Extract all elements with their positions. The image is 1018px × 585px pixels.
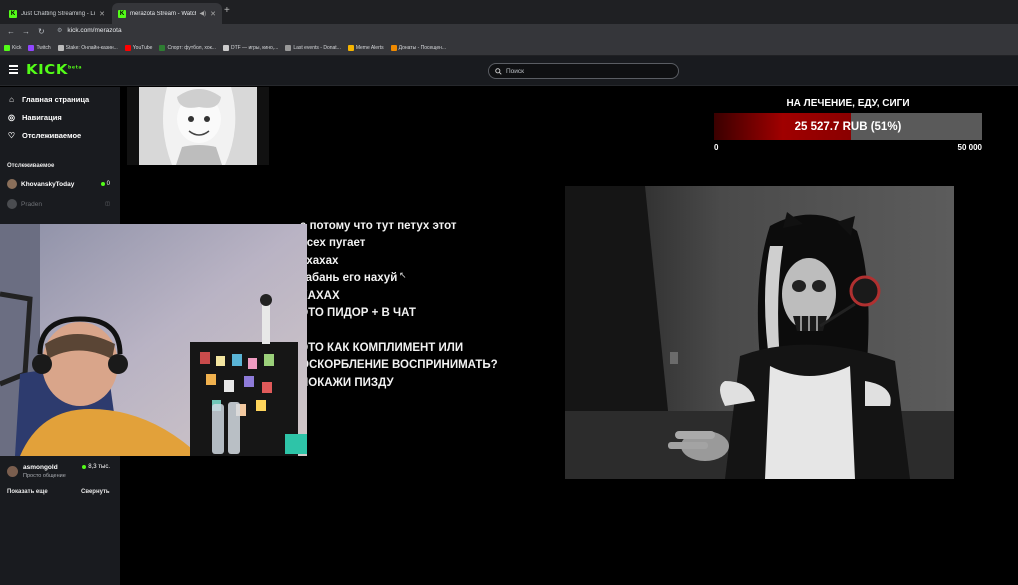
channel-category: Просто общение: [23, 473, 66, 479]
tts-message-line: всех пугает: [300, 237, 366, 250]
bookmark-favicon-icon: [347, 45, 354, 51]
close-tab-icon[interactable]: ✕: [99, 10, 105, 18]
bookmark-favicon-icon: [4, 45, 10, 51]
mouse-cursor-icon: ↖: [399, 270, 407, 280]
bookmark-label: Stake: Онлайн-казин...: [65, 45, 118, 51]
goal-title: НА ЛЕЧЕНИЕ, ЕДУ, СИГИ: [786, 98, 910, 109]
kick-favicon-icon: K: [9, 9, 17, 18]
browser-tab-just-chatting[interactable]: K Just Chatting Streaming - Live ✕: [3, 3, 111, 24]
tts-message-line: ЭТО КАК КОМПЛИМЕНТ ИЛИ: [300, 341, 464, 354]
tab-title: merazota Stream - Watch Li: [130, 10, 196, 17]
offline-icon: ◫: [105, 201, 110, 207]
channel-name: asmongold: [23, 464, 58, 471]
channel-item[interactable]: Praden ◫: [7, 198, 110, 210]
tts-message-line: ЭТО ПИДОР + В ЧАТ: [300, 307, 416, 320]
speaker-icon[interactable]: ◀): [200, 10, 207, 17]
bookmark-favicon-icon: [28, 45, 35, 51]
bookmark-item[interactable]: Meme Alerts: [347, 45, 384, 51]
channel-item[interactable]: KhovanskyToday 0: [7, 178, 110, 190]
live-dot-icon: [82, 465, 87, 469]
address-bar: ← → ↻ ⚙ kick.com/merazota: [0, 24, 1018, 41]
bookmark-item[interactable]: Stake: Онлайн-казин...: [57, 45, 118, 51]
goal-max: 50 000: [957, 143, 982, 152]
bookmark-item[interactable]: YouTube: [124, 45, 153, 51]
site-info-icon[interactable]: ⚙: [57, 27, 62, 34]
bookmark-label: Спорт: футбол, хок...: [167, 45, 216, 51]
tts-message-line: ОСКОРБЛЕНИЕ ВОСПРИНИМАТЬ?: [300, 359, 498, 372]
url-field[interactable]: ⚙ kick.com/merazota: [57, 27, 122, 34]
bookmark-item[interactable]: Спорт: футбол, хок...: [159, 45, 216, 51]
browser-tab-merazota[interactable]: K merazota Stream - Watch Li ◀) ✕: [112, 3, 222, 24]
back-icon[interactable]: ←: [7, 27, 15, 36]
goal-amount: 25 527.7 RUB (51%): [794, 120, 902, 133]
following-heading: Отслеживаемое: [7, 163, 55, 169]
viewer-count: 8,3 тыс.: [82, 464, 110, 470]
tts-messages: а потому что тут петух этот всех пугает ах…: [300, 218, 498, 392]
reload-icon[interactable]: ↻: [38, 27, 45, 36]
kick-header: KICKbeta Поиск: [0, 56, 1018, 86]
sidebar-item-following[interactable]: ♡ Отслеживаемое: [7, 131, 81, 140]
viewer-count: 0: [100, 181, 110, 187]
tts-message-line: ХАХАХ: [300, 289, 340, 302]
tts-message-line: ахахах: [300, 254, 339, 267]
heart-icon: ♡: [7, 131, 16, 140]
close-tab-icon[interactable]: ✕: [210, 10, 216, 18]
url-text: kick.com/merazota: [67, 27, 122, 34]
channel-item-asmongold[interactable]: asmongold Просто общение 8,3 тыс.: [7, 463, 110, 481]
bookmark-item[interactable]: Twitch: [28, 45, 51, 51]
sidebar-item-label: Отслеживаемое: [22, 131, 82, 140]
bookmark-item[interactable]: DTF — игры, кино,...: [222, 45, 279, 51]
bookmark-item[interactable]: Донаты - Посещен...: [390, 45, 447, 51]
kick-logo[interactable]: KICKbeta: [26, 63, 82, 78]
bookmark-favicon-icon: [390, 45, 397, 51]
show-more-button[interactable]: Показать еще: [7, 489, 48, 495]
bookmark-label: Донаты - Посещен...: [398, 45, 447, 51]
tts-message-line: [300, 322, 498, 339]
bookmark-favicon-icon: [124, 45, 131, 51]
compass-icon: ◎: [8, 113, 15, 122]
bookmark-label: Twitch: [36, 45, 51, 51]
browser-tab-bar: K Just Chatting Streaming - Live ✕ K mer…: [0, 0, 1018, 24]
tts-message-line: ПОКАЖИ ПИЗДУ: [300, 376, 394, 389]
bookmark-label: Kick: [12, 45, 22, 51]
bookmark-label: YouTube: [132, 45, 153, 51]
search-input[interactable]: Поиск: [488, 63, 679, 79]
bookmark-favicon-icon: [57, 45, 64, 51]
avatar: [7, 179, 17, 189]
new-tab-button[interactable]: +: [224, 5, 230, 16]
goal-min: 0: [714, 143, 719, 152]
kick-favicon-icon: K: [118, 9, 126, 18]
bookmark-item[interactable]: Last events - Donat...: [285, 45, 341, 51]
anime-art-image: [127, 87, 269, 165]
search-icon: [495, 67, 502, 75]
sidebar-item-browse[interactable]: ◎ Навигация: [7, 113, 62, 122]
bookmark-item[interactable]: Kick: [4, 45, 21, 51]
menu-icon[interactable]: [9, 65, 18, 74]
streamer-webcam: [565, 186, 954, 479]
bookmarks-bar: Kick Twitch Stake: Онлайн-казин... YouTube С…: [0, 41, 1018, 56]
sidebar-item-home[interactable]: ⌂ Главная страница: [7, 95, 89, 104]
channel-name: KhovanskyToday: [21, 180, 75, 188]
bookmark-favicon-icon: [285, 45, 292, 51]
goal-progress-bar: 25 527.7 RUB (51%): [714, 113, 982, 140]
channel-name: Praden: [21, 200, 42, 208]
sidebar-item-label: Главная страница: [22, 95, 90, 104]
tab-title: Just Chatting Streaming - Live: [21, 10, 96, 17]
bookmark-label: Meme Alerts: [355, 45, 384, 51]
sidebar-item-label: Навигация: [22, 113, 62, 122]
avatar: [7, 199, 17, 209]
forward-icon[interactable]: →: [22, 27, 30, 36]
bookmark-label: DTF — игры, кино,...: [230, 45, 279, 51]
collapse-button[interactable]: Свернуть: [81, 489, 110, 495]
search-placeholder: Поиск: [506, 67, 525, 75]
avatar: [7, 466, 18, 477]
bookmark-favicon-icon: [222, 45, 229, 51]
live-dot-icon: [100, 182, 105, 186]
tts-message-line: а потому что тут петух этот: [300, 220, 457, 232]
bookmark-label: Last events - Donat...: [293, 45, 341, 51]
guest-webcam: [0, 224, 307, 456]
home-icon: ⌂: [9, 95, 14, 104]
bookmark-favicon-icon: [159, 45, 166, 51]
